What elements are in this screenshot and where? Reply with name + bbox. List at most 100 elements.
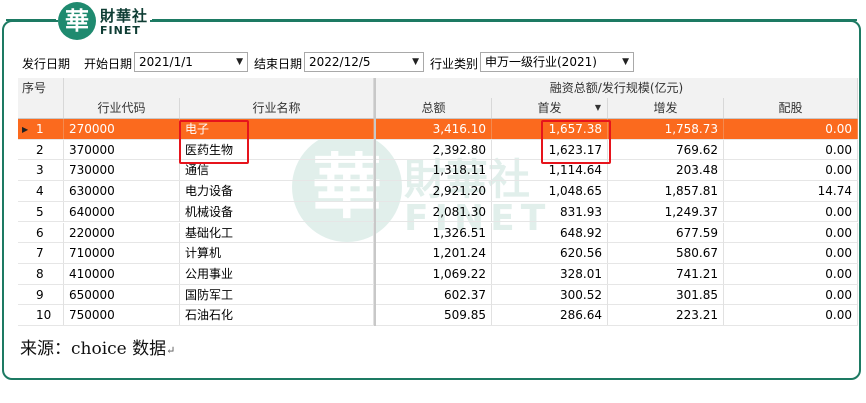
table-row[interactable]: 1 ▶ 270000 电子 3,416.10 1,657.38 1,758.73 0.00 [18, 119, 858, 140]
paragraph-mark-icon: ↵ [166, 344, 176, 357]
end-date-value: 2022/12/5 [309, 55, 371, 69]
cell-rights: 0.00 [724, 139, 858, 160]
cell-seo: 741.21 [608, 263, 724, 284]
industry-category-label: 行业类别 [430, 57, 479, 71]
cell-ipo: 300.52 [492, 284, 608, 305]
cell-seo: 301.85 [608, 284, 724, 305]
cell-rights: 0.00 [724, 119, 858, 139]
cell-ipo: 648.92 [492, 222, 608, 243]
cell-seq: 3 [18, 160, 64, 181]
cell-total: 2,081.30 [376, 201, 492, 222]
cell-seo: 1,758.73 [608, 119, 724, 139]
cell-industry-code: 270000 [64, 119, 180, 139]
sort-desc-icon: ▼ [594, 103, 601, 112]
chevron-down-icon[interactable]: ▼ [412, 53, 419, 71]
seq-column-header[interactable]: 序号 [18, 78, 64, 98]
table-row[interactable]: 4 630000 电力设备 2,921.20 1,048.65 1,857.81 14.74 [18, 181, 858, 202]
logo-english-text: FINET [100, 24, 141, 37]
blank-group-header [64, 78, 374, 98]
finet-logo: 華 財華社 FINET [58, 2, 150, 42]
cell-industry-name: 机械设备 [180, 201, 374, 222]
filter-bar: 发行日期 开始日期 2021/1/1 ▼ 结束日期 2022/12/5 ▼ 行业… [18, 52, 858, 74]
chevron-down-icon[interactable]: ▼ [622, 53, 629, 71]
cell-industry-code: 750000 [64, 305, 180, 326]
cell-seq: 10 [18, 305, 64, 326]
cell-industry-code: 370000 [64, 139, 180, 160]
column-header-total[interactable]: 总额 [376, 98, 492, 118]
chevron-down-icon[interactable]: ▼ [236, 53, 243, 71]
cell-seq: 5 [18, 201, 64, 222]
table-row[interactable]: 3 730000 通信 1,318.11 1,114.64 203.48 0.00 [18, 160, 858, 182]
start-date-label: 开始日期 [84, 57, 133, 71]
start-date-value: 2021/1/1 [139, 55, 193, 69]
cell-seo: 1,249.37 [608, 201, 724, 222]
cell-seo: 677.59 [608, 222, 724, 243]
table-row[interactable]: 6 220000 基础化工 1,326.51 648.92 677.59 0.00 [18, 222, 858, 244]
cell-total: 509.85 [376, 305, 492, 326]
cell-total: 2,392.80 [376, 139, 492, 160]
cell-seq: 6 [18, 222, 64, 243]
cell-seo: 769.62 [608, 139, 724, 160]
column-header-industry-code[interactable]: 行业代码 [64, 98, 180, 118]
cell-total: 1,069.22 [376, 263, 492, 284]
cell-total: 602.37 [376, 284, 492, 305]
issue-date-label: 发行日期 [22, 57, 71, 71]
seq-subheader [18, 98, 64, 118]
end-date-picker[interactable]: 2022/12/5 ▼ [304, 52, 424, 72]
cell-industry-name: 公用事业 [180, 263, 374, 284]
cell-industry-code: 410000 [64, 263, 180, 284]
cell-total: 1,201.24 [376, 243, 492, 264]
cell-seo: 223.21 [608, 305, 724, 326]
cell-rights: 0.00 [724, 222, 858, 243]
table-row[interactable]: 2 370000 医药生物 2,392.80 1,623.17 769.62 0.00 [18, 139, 858, 161]
cell-total: 1,318.11 [376, 160, 492, 181]
source-caption: 来源：choice 数据↵ [20, 334, 175, 359]
cell-industry-name: 电力设备 [180, 181, 374, 202]
table-row[interactable]: 8 410000 公用事业 1,069.22 328.01 741.21 0.00 [18, 263, 858, 285]
column-header-rights[interactable]: 配股 [724, 98, 858, 118]
cell-industry-name: 国防军工 [180, 284, 374, 305]
cell-rights: 0.00 [724, 243, 858, 264]
cell-rights: 0.00 [724, 263, 858, 284]
cell-industry-code: 220000 [64, 222, 180, 243]
table-row[interactable]: 10 750000 石油石化 509.85 286.64 223.21 0.00 [18, 305, 858, 326]
cell-industry-code: 650000 [64, 284, 180, 305]
source-text: 来源：choice 数据 [20, 339, 167, 359]
cell-ipo: 620.56 [492, 243, 608, 264]
cell-rights: 0.00 [724, 305, 858, 326]
highlight-box-industry-names [179, 120, 249, 164]
grid-header-top: 序号 融资总额/发行规模(亿元) [18, 78, 858, 99]
cell-industry-name: 石油石化 [180, 305, 374, 326]
cell-seo: 1,857.81 [608, 181, 724, 202]
start-date-picker[interactable]: 2021/1/1 ▼ [134, 52, 248, 72]
cell-total: 3,416.10 [376, 119, 492, 139]
cell-seq: 7 [18, 243, 64, 264]
logo-badge-icon: 華 [58, 2, 96, 40]
column-header-industry-name[interactable]: 行业名称 [180, 98, 374, 118]
cell-industry-code: 630000 [64, 181, 180, 202]
cell-seq: 8 [18, 263, 64, 284]
industry-category-select[interactable]: 申万一级行业(2021) ▼ [480, 52, 634, 72]
cell-seo: 203.48 [608, 160, 724, 181]
financing-group-header: 融资总额/发行规模(亿元) [376, 78, 858, 98]
cell-total: 1,326.51 [376, 222, 492, 243]
industry-category-value: 申万一级行业(2021) [485, 55, 597, 69]
column-group-separator [374, 78, 376, 326]
cell-industry-name: 基础化工 [180, 222, 374, 243]
cell-industry-code: 640000 [64, 201, 180, 222]
cell-seq: 9 [18, 284, 64, 305]
cell-seq: 2 [18, 139, 64, 160]
cell-rights: 0.00 [724, 201, 858, 222]
cell-rights: 14.74 [724, 181, 858, 202]
cell-ipo: 328.01 [492, 263, 608, 284]
cell-total: 2,921.20 [376, 181, 492, 202]
column-header-ipo-label: 首发 [537, 101, 562, 115]
table-row[interactable]: 5 640000 机械设备 2,081.30 831.93 1,249.37 0.00 [18, 201, 858, 223]
table-row[interactable]: 9 650000 国防军工 602.37 300.52 301.85 0.00 [18, 284, 858, 306]
column-header-seo[interactable]: 增发 [608, 98, 724, 118]
end-date-label: 结束日期 [254, 57, 303, 71]
cell-rights: 0.00 [724, 160, 858, 181]
column-header-ipo[interactable]: 首发 ▼ [492, 98, 608, 118]
cell-seo: 580.67 [608, 243, 724, 264]
table-row[interactable]: 7 710000 计算机 1,201.24 620.56 580.67 0.00 [18, 243, 858, 264]
